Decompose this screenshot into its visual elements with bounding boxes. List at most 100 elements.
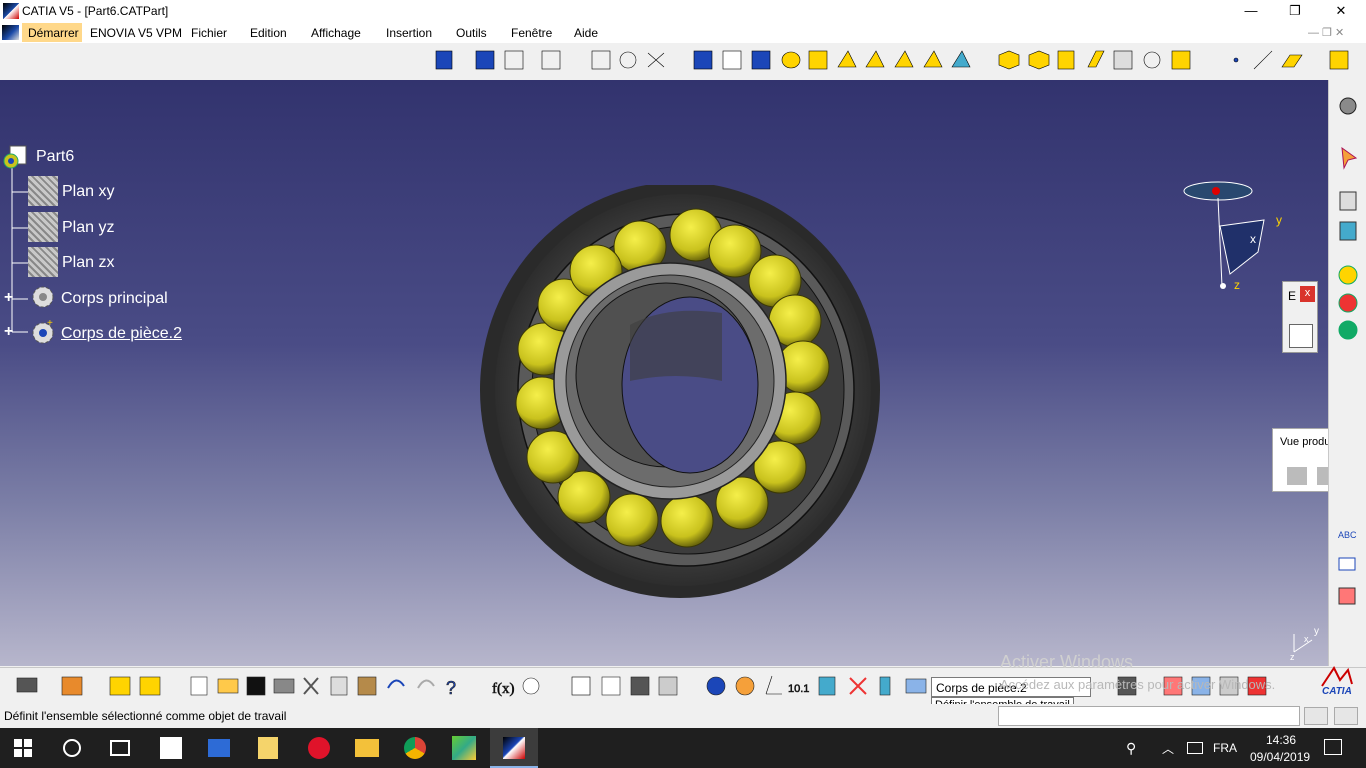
- activate-windows-sub: Accédez aux paramètres pour activer Wind…: [1000, 677, 1276, 692]
- compass-icon[interactable]: [1180, 178, 1290, 293]
- open-folder-icon: [217, 678, 239, 694]
- menu-demarrer[interactable]: Démarrer: [28, 26, 79, 40]
- store-icon[interactable]: [160, 737, 182, 759]
- close-button[interactable]: ✕: [1318, 0, 1364, 22]
- measure-icon: [1338, 587, 1356, 605]
- body-gear-icon[interactable]: [30, 283, 56, 311]
- window-title: CATIA V5 - [Part6.CATPart]: [22, 4, 169, 18]
- flag-note-icon: [1338, 557, 1356, 571]
- part-icon[interactable]: [2, 144, 30, 170]
- svg-text:+: +: [47, 318, 53, 329]
- bearing-model[interactable]: [480, 185, 900, 610]
- floating-toolbar-label: E: [1288, 289, 1297, 303]
- command-input[interactable]: [998, 706, 1300, 726]
- tree-item-corps-de-piece-2[interactable]: Corps de pièce.2: [61, 325, 182, 343]
- hole-icon: [751, 50, 771, 70]
- plane-zx-icon[interactable]: [28, 247, 58, 277]
- file-explorer-doc-icon[interactable]: [258, 737, 278, 759]
- chevron-up-icon[interactable]: ︿: [1162, 740, 1174, 757]
- box-icon: [693, 50, 713, 70]
- people-icon[interactable]: ⚲: [1126, 740, 1144, 758]
- scan-icon: [658, 676, 678, 696]
- loft-icon: [923, 50, 943, 68]
- work-object-icon: [905, 678, 927, 694]
- pocket-icon: [722, 50, 742, 70]
- axis-indicator-icon: y x z: [1290, 626, 1319, 662]
- paste-icon: [357, 676, 377, 696]
- floating-toolbar-close[interactable]: x: [1300, 286, 1315, 302]
- tree-item-plan-yz[interactable]: Plan yz: [62, 219, 114, 237]
- product-view-icon[interactable]: [1287, 467, 1307, 485]
- expand-plus-icon[interactable]: +: [4, 290, 20, 306]
- tree-structure-icon: [601, 676, 621, 696]
- cut-icon: [303, 677, 319, 695]
- clock-time[interactable]: 14:36: [1266, 733, 1296, 747]
- battery-icon[interactable]: [1187, 742, 1203, 754]
- plane-yz-icon[interactable]: [28, 212, 58, 242]
- camera-icon: [16, 677, 38, 693]
- plane-xy-icon[interactable]: [28, 176, 58, 206]
- comment-icon: [522, 677, 540, 695]
- opera-icon[interactable]: [308, 737, 330, 759]
- windows-start-icon[interactable]: [14, 739, 32, 757]
- menu-bar: Démarrer ENOVIA V5 VPM Fichier Edition A…: [0, 22, 1366, 43]
- pad-icon: [475, 50, 495, 70]
- tree-item-corps-principal[interactable]: Corps principal: [61, 290, 168, 308]
- menu-fenetre[interactable]: Fenêtre: [511, 26, 552, 40]
- specification-tree: Part6 Plan xy Plan yz Plan zx + Corps pr…: [0, 140, 260, 350]
- restore-icon[interactable]: [1304, 707, 1328, 725]
- clock-date[interactable]: 09/04/2019: [1250, 750, 1310, 764]
- chamfer-icon: [1028, 50, 1050, 70]
- catia-taskbar-button[interactable]: [490, 728, 538, 768]
- compass-y-label: y: [1276, 213, 1282, 227]
- folder-icon[interactable]: [355, 739, 379, 757]
- fillet-icon: [998, 50, 1020, 70]
- search-icon[interactable]: [63, 739, 81, 757]
- maximize-button[interactable]: ❐: [1272, 0, 1318, 22]
- menu-outils[interactable]: Outils: [456, 26, 487, 40]
- new-file-icon: [190, 676, 208, 696]
- sketch-pencil-icon[interactable]: [1289, 324, 1313, 348]
- sketch-positioned-icon: [1339, 221, 1357, 241]
- menu-enovia[interactable]: ENOVIA V5 VPM: [90, 26, 182, 40]
- constraint-icon: [591, 50, 611, 70]
- table-icon: [571, 676, 591, 696]
- right-toolbar-icons: ABC: [1338, 97, 1358, 605]
- doc-window-controls[interactable]: — ❐ ✕: [1308, 26, 1344, 39]
- rotate-axis-icon: [765, 675, 782, 695]
- task-view-icon[interactable]: [110, 740, 130, 756]
- bluestacks-icon[interactable]: [452, 736, 476, 760]
- chrome-icon[interactable]: [404, 737, 426, 759]
- compass-x-label: x: [1250, 232, 1256, 246]
- language-indicator[interactable]: FRA: [1213, 741, 1237, 755]
- menu-edition[interactable]: Edition: [250, 26, 287, 40]
- body-gear-new-icon[interactable]: +: [30, 318, 56, 346]
- notifications-icon[interactable]: [1324, 739, 1342, 755]
- menu-fichier[interactable]: Fichier: [191, 26, 227, 40]
- sketch-icon: [435, 50, 453, 70]
- hide-show-icon: [849, 677, 867, 695]
- catia-menu-icon[interactable]: [2, 25, 19, 40]
- tree-item-plan-xy[interactable]: Plan xy: [62, 183, 114, 201]
- expand-plus-icon[interactable]: +: [4, 324, 20, 340]
- swap-icon: [879, 676, 891, 696]
- menu-insertion[interactable]: Insertion: [386, 26, 432, 40]
- sketcher-icon: [109, 676, 131, 696]
- save-icon: [246, 676, 266, 696]
- circle-icon: [619, 51, 637, 69]
- menu-aide[interactable]: Aide: [574, 26, 598, 40]
- svg-text:x: x: [1304, 634, 1309, 644]
- menu-affichage[interactable]: Affichage: [311, 26, 361, 40]
- draft-icon: [1057, 50, 1075, 70]
- maximize-icon[interactable]: [1334, 707, 1358, 725]
- analysis-icon: [1338, 320, 1358, 340]
- media-player-icon[interactable]: [208, 739, 230, 757]
- tree-item-plan-zx[interactable]: Plan zx: [62, 254, 114, 272]
- part-design-icon: [139, 676, 161, 696]
- annotation-icon: ABC: [1338, 530, 1357, 540]
- tree-root-label[interactable]: Part6: [36, 148, 74, 166]
- title-bar: CATIA V5 - [Part6.CATPart] — ❐ ✕: [0, 0, 1366, 22]
- thread-icon: [1143, 51, 1161, 69]
- minimize-button[interactable]: —: [1228, 0, 1274, 22]
- help-icon: ?: [446, 678, 456, 698]
